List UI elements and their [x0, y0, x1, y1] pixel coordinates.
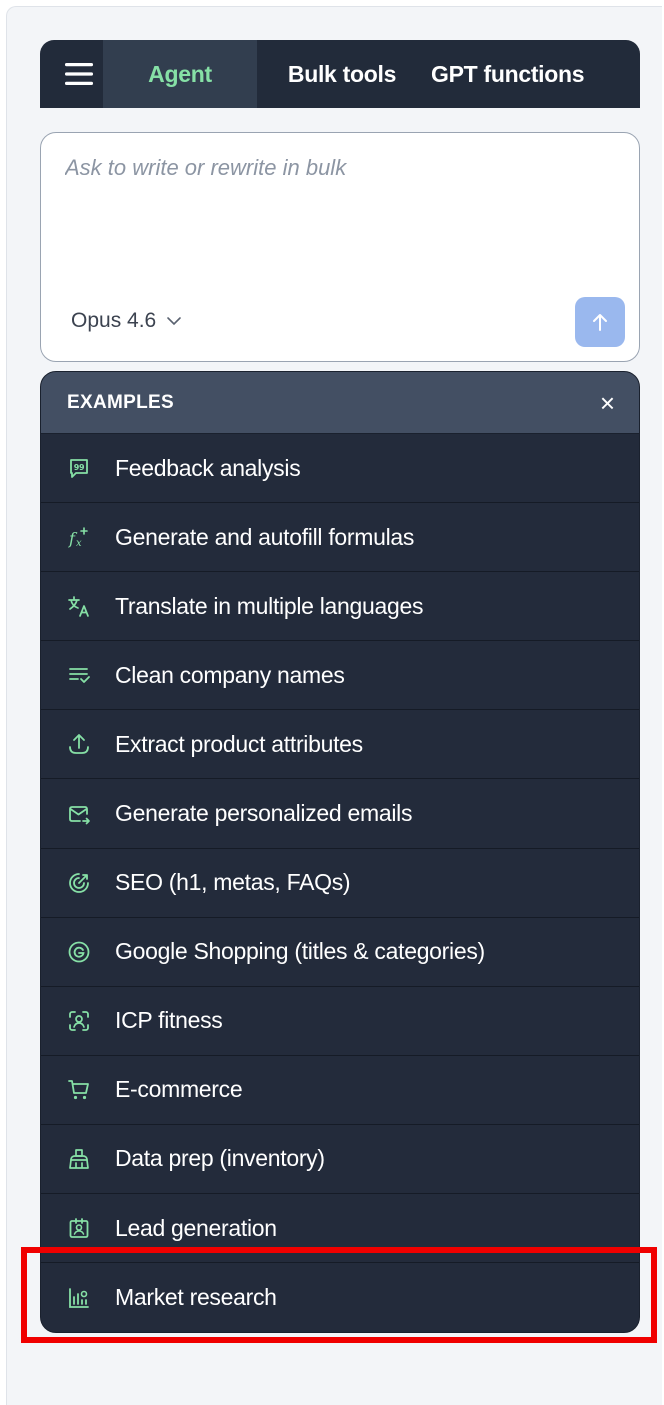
example-item-data-prep[interactable]: Data prep (inventory) [41, 1125, 639, 1195]
example-item-extract-attributes[interactable]: Extract product attributes [41, 710, 639, 780]
feedback-icon: 99 [67, 456, 91, 480]
contact-badge-icon [67, 1216, 91, 1240]
example-label: Lead generation [115, 1214, 277, 1241]
example-item-google-shopping[interactable]: Google Shopping (titles & categories) [41, 918, 639, 987]
example-label: Data prep (inventory) [115, 1145, 325, 1172]
examples-list: 99 Feedback analysis fx Generate and aut… [41, 434, 639, 1332]
example-label: Generate and autofill formulas [115, 523, 415, 550]
broom-icon [67, 1147, 91, 1171]
formula-icon: fx [67, 525, 91, 549]
example-label: Generate personalized emails [115, 800, 413, 827]
example-item-feedback-analysis[interactable]: 99 Feedback analysis [41, 434, 639, 504]
example-label: Feedback analysis [115, 454, 301, 481]
close-icon[interactable]: × [600, 390, 615, 416]
model-selector[interactable]: Opus 4.6 [71, 309, 182, 333]
example-label: Translate in multiple languages [115, 592, 424, 619]
seo-icon [67, 871, 91, 895]
arrow-up-icon [593, 314, 607, 331]
examples-panel: EXAMPLES × 99 Feedback analysis fx Gener… [40, 371, 640, 1333]
send-button[interactable] [575, 297, 625, 347]
example-item-formulas[interactable]: fx Generate and autofill formulas [41, 503, 639, 573]
svg-text:x: x [76, 538, 82, 549]
google-icon [67, 940, 91, 964]
icp-icon [67, 1009, 91, 1033]
cart-icon [67, 1078, 91, 1102]
example-label: Extract product attributes [115, 730, 363, 757]
example-item-translate[interactable]: Translate in multiple languages [41, 572, 639, 642]
extract-icon [67, 732, 91, 756]
top-tab-bar: Agent Bulk tools GPT functions [40, 40, 640, 108]
example-label: ICP fitness [115, 1007, 223, 1034]
email-icon [67, 802, 91, 826]
example-item-lead-generation[interactable]: Lead generation [41, 1194, 639, 1264]
example-label: Clean company names [115, 661, 345, 688]
tab-agent[interactable]: Agent [103, 40, 257, 108]
example-label: Google Shopping (titles & categories) [115, 938, 485, 965]
example-label: E-commerce [115, 1076, 243, 1103]
example-label: SEO (h1, metas, FAQs) [115, 869, 351, 896]
chart-icon [67, 1286, 91, 1310]
translate-icon [67, 594, 91, 618]
hamburger-icon [65, 63, 93, 85]
example-label: Market research [115, 1284, 277, 1311]
prompt-box: Opus 4.6 [40, 132, 640, 362]
tab-bulk-tools[interactable]: Bulk tools [257, 40, 427, 108]
example-item-ecommerce[interactable]: E-commerce [41, 1056, 639, 1125]
example-item-icp-fitness[interactable]: ICP fitness [41, 987, 639, 1056]
svg-text:99: 99 [74, 463, 85, 472]
examples-header: EXAMPLES × [41, 372, 639, 434]
example-item-seo[interactable]: SEO (h1, metas, FAQs) [41, 849, 639, 918]
model-label: Opus 4.6 [71, 309, 157, 332]
chevron-down-icon [167, 317, 182, 326]
prompt-input[interactable] [65, 155, 615, 275]
tab-gpt-functions[interactable]: GPT functions [427, 40, 640, 108]
example-item-market-research[interactable]: Market research [41, 1263, 639, 1332]
example-item-clean-company-names[interactable]: Clean company names [41, 641, 639, 711]
examples-title: EXAMPLES [67, 391, 174, 413]
clean-list-icon [67, 663, 91, 687]
example-item-personalized-emails[interactable]: Generate personalized emails [41, 779, 639, 849]
